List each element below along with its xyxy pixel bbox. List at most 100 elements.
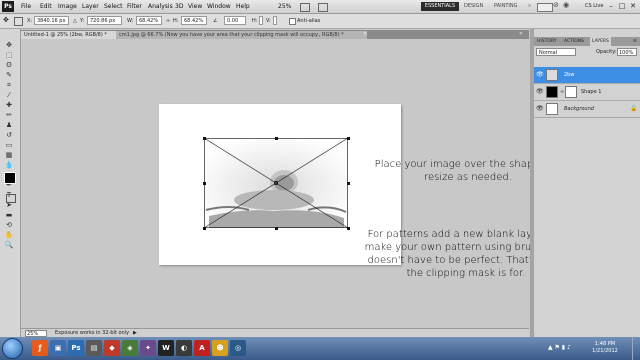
transform-handle[interactable]	[347, 227, 350, 230]
menu-window[interactable]: Window	[207, 3, 231, 10]
transform-handle[interactable]	[275, 137, 278, 140]
workspace-search-field[interactable]	[537, 3, 553, 12]
app-icon[interactable]: ◐	[176, 340, 192, 356]
panel-menu-icon[interactable]: ≡	[631, 37, 639, 46]
move-tool-icon[interactable]: ✥	[3, 41, 15, 49]
angle-field[interactable]: 0.00	[224, 16, 246, 25]
minimize-button[interactable]: –	[606, 1, 616, 11]
transform-handle[interactable]	[203, 182, 206, 185]
close-tab-icon[interactable]: ✕	[363, 31, 367, 37]
system-clock[interactable]: 1:48 PM 1/21/2012	[590, 341, 620, 355]
menu-analysis[interactable]: Analysis	[148, 3, 173, 10]
marquee-tool-icon[interactable]: ⬚	[3, 51, 15, 59]
opacity-field[interactable]: 100%	[617, 48, 637, 56]
transform-handle[interactable]	[347, 182, 350, 185]
tab-history[interactable]: HISTORY	[535, 37, 558, 46]
app-icon[interactable]: ◎	[230, 340, 246, 356]
app-icon[interactable]: ☻	[212, 340, 228, 356]
workspace-design[interactable]: DESIGN	[464, 3, 483, 9]
blend-mode-select[interactable]: Normal	[536, 48, 576, 56]
transform-handle[interactable]	[275, 227, 278, 230]
blur-tool-icon[interactable]: 💧	[3, 161, 15, 169]
app-icon[interactable]: ▣	[50, 340, 66, 356]
menu-view[interactable]: View	[188, 3, 202, 10]
start-button[interactable]	[2, 338, 23, 359]
arrange-documents-icon[interactable]	[300, 3, 310, 12]
menu-image[interactable]: Image	[58, 3, 77, 10]
skew-v-field[interactable]	[273, 16, 277, 25]
status-zoom-field[interactable]: 25%	[25, 330, 47, 337]
menu-file[interactable]: File	[21, 3, 31, 10]
transform-handle[interactable]	[347, 137, 350, 140]
link-icon[interactable]: ∞	[166, 18, 170, 24]
menu-3d[interactable]: 3D	[175, 3, 183, 10]
menu-edit[interactable]: Edit	[40, 3, 52, 10]
menu-layer[interactable]: Layer	[82, 3, 99, 10]
crop-tool-icon[interactable]: ⌗	[3, 81, 15, 89]
eraser-tool-icon[interactable]: ▭	[3, 141, 15, 149]
menu-help[interactable]: Help	[236, 3, 250, 10]
shape-tool-icon[interactable]: ▬	[3, 211, 15, 219]
gradient-tool-icon[interactable]: ▦	[3, 151, 15, 159]
antialias-checkbox[interactable]	[289, 18, 296, 25]
layer-name[interactable]: Background	[564, 106, 594, 112]
app-icon[interactable]: ◈	[122, 340, 138, 356]
delta-icon[interactable]: △	[73, 18, 77, 24]
quick-select-tool-icon[interactable]: ✎	[3, 71, 15, 79]
layer-row-background[interactable]: 👁 Background 🔒	[534, 101, 640, 118]
eyedropper-tool-icon[interactable]: ⁄	[3, 91, 15, 99]
transform-center-point[interactable]	[274, 181, 278, 185]
layer-name[interactable]: Shape 1	[581, 89, 601, 95]
y-position-field[interactable]: 720.86 px	[87, 16, 122, 25]
visibility-eye-icon[interactable]: 👁	[536, 88, 544, 95]
app-icon[interactable]: ◆	[104, 340, 120, 356]
app-icon[interactable]: ✦	[140, 340, 156, 356]
transform-handle[interactable]	[203, 137, 206, 140]
lasso-tool-icon[interactable]: ʘ	[3, 61, 15, 69]
x-position-field[interactable]: 3840.16 px	[34, 16, 69, 25]
healing-brush-tool-icon[interactable]: ✚	[3, 101, 15, 109]
layer-row-2bw[interactable]: 👁 2bw	[534, 67, 640, 84]
brush-tool-icon[interactable]: ✏	[3, 111, 15, 119]
quick-mask-icon[interactable]	[6, 194, 16, 203]
menu-select[interactable]: Select	[104, 3, 123, 10]
photoshop-taskbar-icon[interactable]: Ps	[68, 340, 84, 356]
cancel-icon[interactable]: ⊘	[553, 1, 559, 9]
hand-tool-icon[interactable]: ✋	[3, 231, 15, 239]
bridge-icon[interactable]: ◉	[563, 1, 569, 9]
foreground-color-swatch[interactable]	[4, 172, 16, 184]
acrobat-icon[interactable]: A	[194, 340, 210, 356]
visibility-eye-icon[interactable]: 👁	[536, 105, 544, 112]
3d-rotate-tool-icon[interactable]: ⟲	[3, 221, 15, 229]
transform-handle[interactable]	[203, 227, 206, 230]
width-field[interactable]: 68.42%	[136, 16, 162, 25]
layer-row-shape-1[interactable]: 👁 ∞ Shape 1	[534, 84, 640, 101]
height-field[interactable]: 68.42%	[181, 16, 207, 25]
firefox-icon[interactable]: ƒ	[32, 340, 48, 356]
workspace-essentials[interactable]: ESSENTIALS	[421, 2, 459, 11]
zoom-tool-icon[interactable]: 🔍	[3, 241, 15, 249]
show-desktop-button[interactable]	[632, 337, 640, 360]
skew-h-field[interactable]	[259, 16, 263, 25]
layer-name[interactable]: 2bw	[564, 72, 574, 78]
cs-live-button[interactable]: CS Live	[585, 3, 603, 9]
menu-filter[interactable]: Filter	[127, 3, 142, 10]
history-brush-tool-icon[interactable]: ↺	[3, 131, 15, 139]
link-icon[interactable]: ∞	[560, 89, 564, 95]
maximize-button[interactable]: □	[617, 1, 627, 11]
tab-cm1[interactable]: cm1.jpg @ 66.7% (Now you have your area …	[116, 31, 367, 39]
workspace-painting[interactable]: PAINTING	[494, 3, 517, 9]
visibility-eye-icon[interactable]: 👁	[536, 71, 544, 78]
clone-stamp-tool-icon[interactable]: ♟	[3, 121, 15, 129]
more-workspaces-icon[interactable]: »	[528, 3, 531, 9]
tab-untitled-1[interactable]: Untitled-1 @ 25% (2bw, RGB/8) *	[21, 31, 119, 39]
close-button[interactable]: ✕	[628, 1, 638, 11]
tab-overflow-icon[interactable]: »	[519, 30, 523, 37]
zoom-level[interactable]: 25%	[278, 3, 291, 10]
app-icon[interactable]: ▤	[86, 340, 102, 356]
system-tray-icons[interactable]: ▲ ⚑ ▮ ♪	[548, 344, 571, 351]
screen-mode-icon[interactable]	[318, 3, 328, 12]
app-icon[interactable]: W	[158, 340, 174, 356]
tab-actions[interactable]: ACTIONS	[562, 37, 586, 46]
tab-layers[interactable]: LAYERS	[590, 37, 611, 46]
